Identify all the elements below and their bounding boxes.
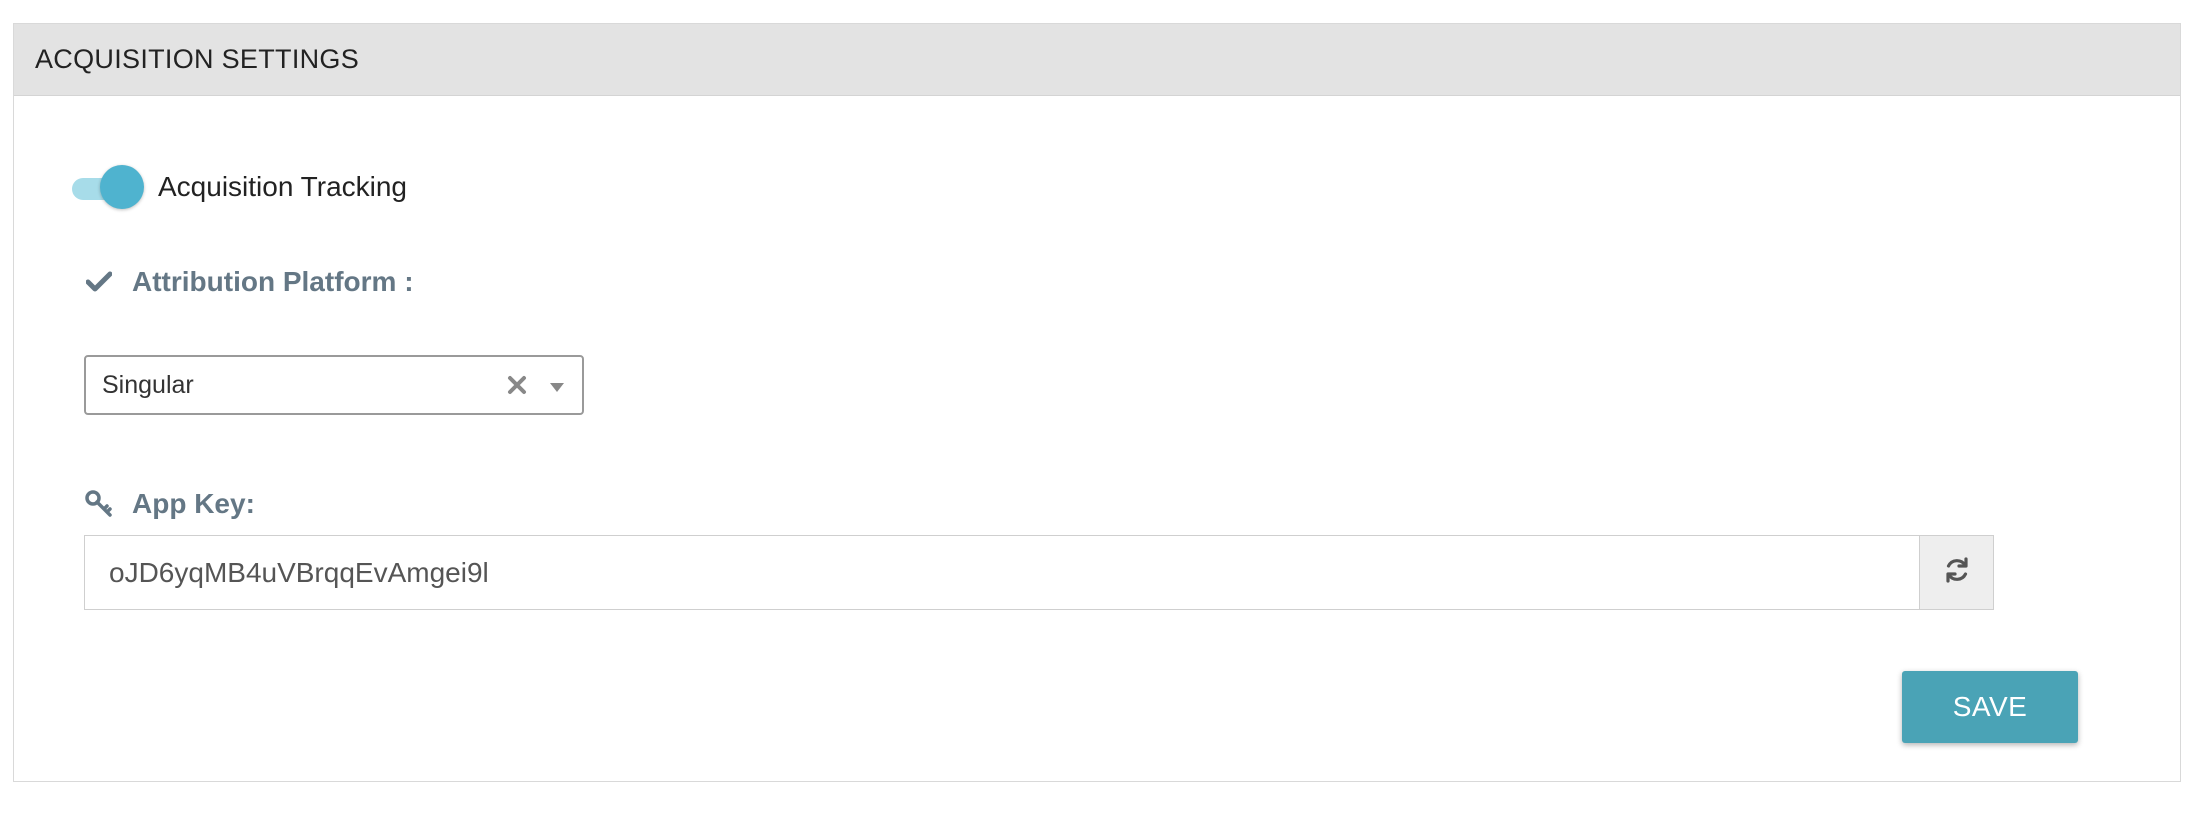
check-icon: [84, 267, 114, 297]
app-key-row: App Key:: [84, 488, 255, 520]
app-key-label: App Key:: [132, 488, 255, 519]
key-icon: [84, 489, 114, 519]
panel-header: ACQUISITION SETTINGS: [14, 24, 2180, 96]
attribution-platform-row: Attribution Platform :: [84, 266, 414, 298]
app-key-input[interactable]: [84, 535, 1919, 610]
refresh-app-key-button[interactable]: [1919, 535, 1994, 610]
panel-title: ACQUISITION SETTINGS: [35, 44, 360, 74]
chevron-down-icon[interactable]: [550, 380, 564, 392]
refresh-icon: [1943, 556, 1971, 589]
attribution-platform-select[interactable]: Singular: [84, 355, 584, 415]
attribution-platform-label: Attribution Platform :: [132, 266, 414, 297]
acquisition-tracking-label: Acquisition Tracking: [158, 171, 408, 202]
acquisition-tracking-row: Acquisition Tracking: [72, 165, 407, 209]
app-key-input-group: [84, 535, 1994, 610]
acquisition-tracking-toggle[interactable]: [72, 165, 144, 209]
save-button[interactable]: SAVE: [1902, 671, 2078, 743]
toggle-knob: [100, 165, 144, 209]
clear-selection-icon[interactable]: [506, 374, 528, 396]
